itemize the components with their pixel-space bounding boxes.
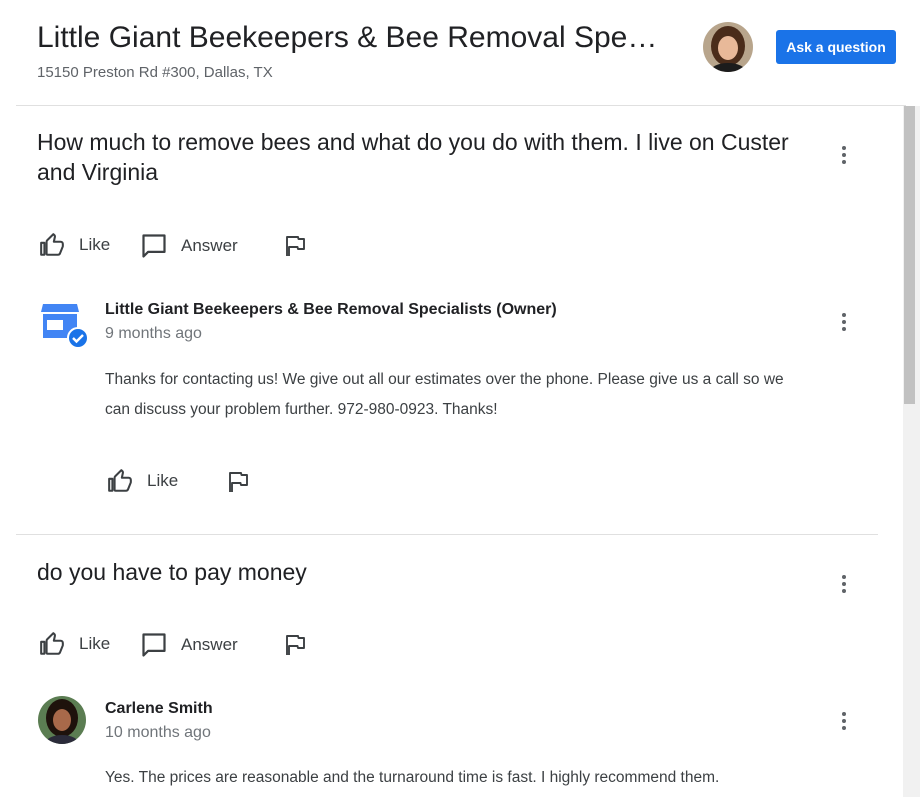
answer-menu-icon[interactable]	[832, 308, 856, 336]
user-avatar[interactable]	[703, 22, 753, 72]
answer-time: 10 months ago	[105, 724, 211, 741]
storefront-verified-icon	[41, 304, 89, 348]
like-button[interactable]: Like	[38, 631, 110, 657]
question-menu-icon[interactable]	[832, 141, 856, 169]
business-address: 15150 Preston Rd #300, Dallas, TX	[37, 64, 273, 81]
answer-time: 9 months ago	[105, 325, 202, 342]
like-label: Like	[79, 235, 111, 254]
answer-text: Thanks for contacting us! We give out al…	[105, 371, 784, 418]
comment-icon	[142, 633, 166, 657]
question-menu-icon[interactable]	[832, 570, 856, 598]
header-divider	[16, 105, 906, 106]
like-label: Like	[79, 634, 111, 653]
like-label: Like	[147, 471, 179, 490]
section-divider	[16, 534, 878, 535]
thumbs-up-icon	[40, 233, 64, 256]
answer-menu-icon[interactable]	[832, 707, 856, 735]
answer-button[interactable]: Answer	[140, 631, 238, 659]
answer-label: Answer	[181, 236, 238, 255]
answer-button[interactable]: Answer	[140, 232, 238, 260]
page-header: Little Giant Beekeepers & Bee Removal Sp…	[0, 0, 920, 106]
thumbs-up-icon	[40, 632, 64, 655]
comment-icon	[142, 234, 166, 258]
question-text: How much to remove bees and what do you …	[37, 129, 789, 185]
answer-author-avatar[interactable]	[38, 696, 86, 744]
thumbs-up-icon	[108, 469, 132, 492]
answer-text: Yes. The prices are reasonable and the t…	[105, 769, 720, 786]
question-text: do you have to pay money	[37, 559, 307, 585]
like-button[interactable]: Like	[38, 232, 110, 258]
answer-author[interactable]: Carlene Smith	[105, 700, 213, 718]
business-title: Little Giant Beekeepers & Bee Removal Sp…	[37, 21, 667, 54]
scrollbar-thumb[interactable]	[904, 106, 915, 404]
flag-icon[interactable]	[283, 633, 307, 657]
flag-icon[interactable]	[283, 234, 307, 258]
ask-question-button[interactable]: Ask a question	[776, 30, 896, 64]
answer-author[interactable]: Little Giant Beekeepers & Bee Removal Sp…	[105, 301, 557, 319]
flag-icon[interactable]	[226, 470, 250, 494]
answer-label: Answer	[181, 635, 238, 654]
answer-like-button[interactable]: Like	[106, 468, 178, 494]
